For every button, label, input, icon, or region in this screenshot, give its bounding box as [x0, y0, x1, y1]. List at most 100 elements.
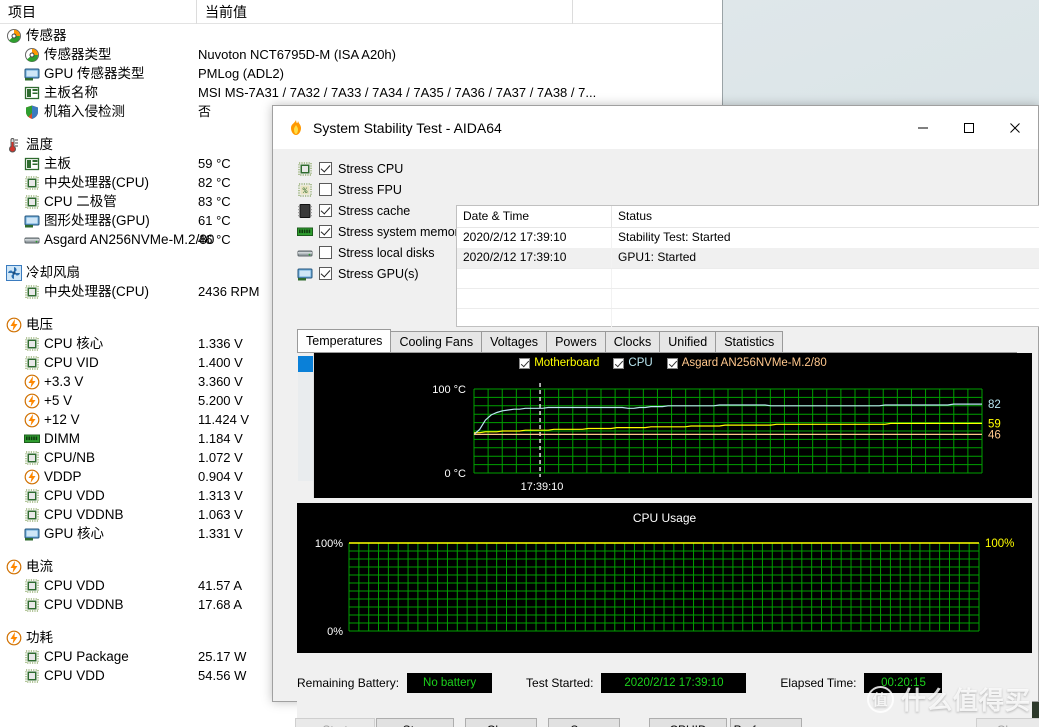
scrollbar-thumb[interactable] — [298, 356, 313, 372]
column-header-item[interactable]: 项目 — [8, 2, 36, 22]
save-button[interactable]: Save — [548, 718, 620, 727]
svg-text:17:39:10: 17:39:10 — [521, 481, 564, 493]
log-row-status: Stability Test: Started — [612, 228, 1039, 248]
sensor-row-label: +12 V — [24, 410, 80, 429]
stress-option-checkbox[interactable] — [319, 246, 332, 259]
gpu-icon — [24, 526, 40, 542]
sensor-group-label: 功耗 — [6, 628, 53, 647]
gpu-icon — [24, 66, 40, 82]
svg-text:100%: 100% — [315, 538, 343, 550]
sensor-row[interactable]: 主板名称 MSI MS-7A31 / 7A32 / 7A33 / 7A34 / 7… — [0, 83, 722, 102]
stress-option-row[interactable]: Stress system memory — [297, 221, 482, 242]
log-row-empty — [457, 308, 1039, 328]
scrollbar-track[interactable] — [298, 370, 313, 481]
sensor-row-label: 中央处理器(CPU) — [24, 173, 149, 192]
stop-button[interactable]: Stop — [376, 718, 454, 727]
log-cell — [612, 269, 1039, 288]
motherboard-icon — [24, 85, 40, 101]
sensor-row-label-text: CPU/NB — [44, 450, 96, 465]
clear-button[interactable]: Clear — [465, 718, 537, 727]
sensor-row-value: 11.424 V — [198, 412, 250, 427]
tab-clocks[interactable]: Clocks — [604, 331, 661, 352]
svg-text:%: % — [303, 187, 308, 196]
sensor-row-label: CPU VDD — [24, 576, 105, 595]
sensor-row-label: CPU 二极管 — [24, 192, 117, 211]
column-header-value[interactable]: 当前值 — [205, 2, 247, 22]
sensor-row-label: CPU VDDNB — [24, 505, 124, 524]
sensor-row-label: CPU VDD — [24, 666, 105, 685]
stress-option-label: Stress FPU — [338, 182, 402, 197]
stress-option-checkbox[interactable] — [319, 267, 332, 280]
tab-voltages[interactable]: Voltages — [481, 331, 548, 352]
sensor-row-label: CPU VDDNB — [24, 685, 124, 687]
sensor-row[interactable]: GPU 传感器类型 PMLog (ADL2) — [0, 64, 722, 83]
tab-unified[interactable]: Unified — [659, 331, 717, 352]
elapsed-time-label: Elapsed Time: — [780, 676, 857, 690]
bolt-icon — [6, 317, 22, 333]
cpu-icon — [24, 488, 40, 504]
stress-option-row[interactable]: Stress CPU — [297, 158, 482, 179]
bolt-icon — [24, 374, 40, 390]
sensor-row-label-text: 主板 — [44, 156, 71, 171]
sensor-row-value: PMLog (ADL2) — [198, 66, 284, 81]
event-log-table[interactable]: Date & Time Status 2020/2/12 17:39:10 Sta… — [456, 205, 1039, 328]
close-window-icon[interactable] — [992, 106, 1038, 150]
sensor-row-label: 机箱入侵检测 — [24, 102, 125, 121]
sensor-icon — [6, 28, 22, 44]
cpuid-button[interactable]: CPUID — [649, 718, 727, 727]
stress-option-label: Stress CPU — [338, 161, 404, 176]
log-row[interactable]: 2020/2/12 17:39:10 Stability Test: Starte… — [457, 228, 1039, 248]
stress-option-checkbox[interactable] — [319, 225, 332, 238]
log-cell — [612, 309, 1039, 328]
test-started-value: 2020/2/12 17:39:10 — [601, 673, 747, 693]
cpu-icon — [24, 450, 40, 466]
stress-option-label: Stress cache — [338, 203, 411, 218]
stress-option-row[interactable]: % Stress FPU — [297, 179, 482, 200]
sensor-row-label-text: CPU VID — [44, 355, 99, 370]
sensor-group-label: 冷却风扇 — [6, 263, 80, 282]
dialog-titlebar[interactable]: System Stability Test - AIDA64 — [273, 106, 1038, 150]
maximize-button[interactable] — [946, 106, 992, 150]
stress-option-row[interactable]: Stress local disks — [297, 242, 482, 263]
log-row[interactable]: 2020/2/12 17:39:10 GPU1: Started — [457, 248, 1039, 268]
sensor-row-label: CPU VID — [24, 353, 99, 372]
sensor-row-label-text: 图形处理器(GPU) — [44, 213, 150, 228]
sensor-group-0[interactable]: 传感器 — [0, 26, 722, 45]
stress-options-list: Stress CPU% Stress FPU Stress cache Stress … — [297, 158, 482, 284]
minimize-button[interactable] — [900, 106, 946, 150]
sensor-row-label-text: CPU 核心 — [44, 336, 104, 351]
tab-temperatures[interactable]: Temperatures — [297, 329, 392, 352]
dimm-icon — [24, 431, 40, 447]
tab-cooling-fans[interactable]: Cooling Fans — [390, 331, 483, 352]
stress-option-checkbox[interactable] — [319, 183, 332, 196]
log-table-body: 2020/2/12 17:39:10 Stability Test: Starte… — [457, 228, 1039, 328]
cpu-icon — [24, 649, 40, 665]
graph-vertical-scrollbar[interactable] — [297, 353, 314, 498]
system-stability-test-dialog: System Stability Test - AIDA64 Stress CP… — [272, 105, 1039, 727]
sensor-row-label-text: 主板名称 — [44, 85, 98, 100]
sensor-group-label: 温度 — [6, 135, 53, 154]
log-row-empty — [457, 268, 1039, 288]
stress-option-checkbox[interactable] — [319, 204, 332, 217]
sensor-row-label-text: CPU VDD — [44, 578, 105, 593]
sensor-row[interactable]: 传感器类型 Nuvoton NCT6795D-M (ISA A20h) — [0, 45, 722, 64]
svg-text:46: 46 — [988, 429, 1001, 441]
stress-option-row[interactable]: Stress GPU(s) — [297, 263, 482, 284]
temperatures-chart-svg: 100 °C0 °C17:39:10598246 — [432, 383, 1001, 493]
sensor-row-label: 主板名称 — [24, 83, 98, 102]
cpu-icon — [24, 284, 40, 300]
stress-option-row[interactable]: Stress cache — [297, 200, 482, 221]
sensor-row-label-text: +5 V — [44, 393, 73, 408]
tab-statistics[interactable]: Statistics — [715, 331, 784, 352]
tab-powers[interactable]: Powers — [546, 331, 606, 352]
sensor-row-label-text: GPU 核心 — [44, 526, 105, 541]
thermometer-icon — [6, 137, 22, 153]
bolt-icon — [24, 412, 40, 428]
graph-tabs: Temperatures Cooling Fans Voltages Powers Cl… — [297, 329, 1017, 353]
sensor-row-label-text: CPU VDDNB — [44, 597, 124, 612]
aida64-flame-icon — [287, 119, 305, 137]
svg-text:0%: 0% — [327, 626, 343, 638]
sensor-group-label: 电压 — [6, 315, 53, 334]
stress-option-checkbox[interactable] — [319, 162, 332, 175]
preferences-button[interactable]: Preferences — [730, 718, 802, 727]
